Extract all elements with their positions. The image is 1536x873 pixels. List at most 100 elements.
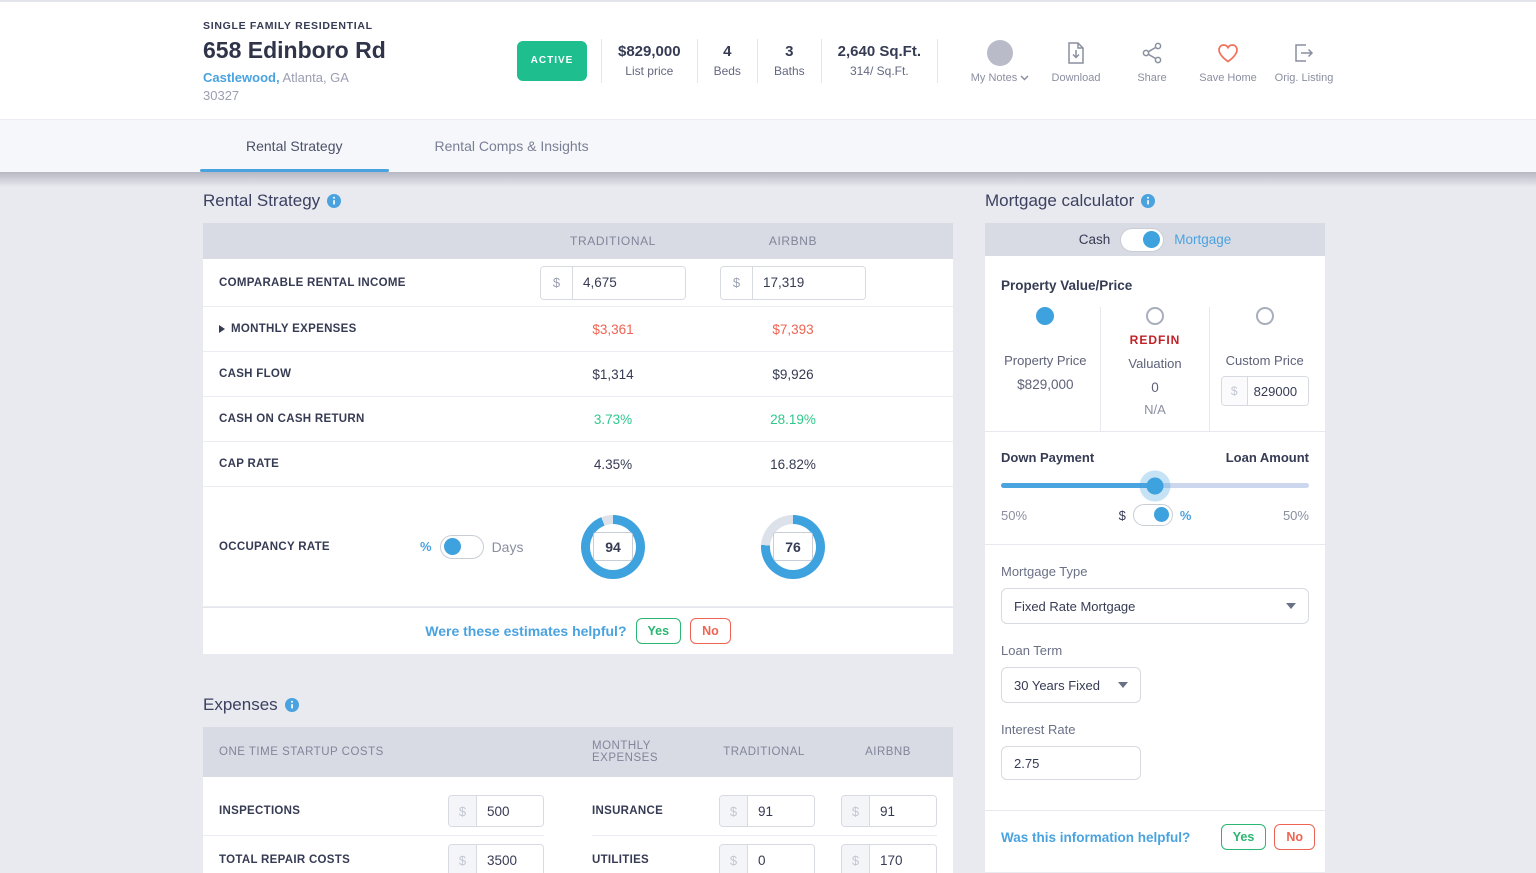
cash-mortgage-toggle[interactable]	[1120, 228, 1164, 252]
feedback-no-button[interactable]: No	[690, 618, 731, 644]
chevron-down-icon	[1020, 75, 1029, 81]
info-icon[interactable]	[1141, 194, 1155, 208]
slider-handle[interactable]	[1147, 477, 1164, 494]
airbnb-income-input[interactable]	[753, 267, 865, 299]
down-payment-slider[interactable]	[1001, 483, 1309, 488]
property-value-options: Property Price $829,000 REDFIN Valuation…	[985, 307, 1325, 431]
utilities-traditional-input[interactable]	[748, 845, 814, 873]
stat-list-price: $829,000 List price	[602, 43, 697, 78]
heart-icon	[1216, 42, 1240, 64]
orig-listing-button[interactable]: Orig. Listing	[1266, 38, 1342, 84]
custom-price-input[interactable]	[1248, 377, 1308, 405]
share-button[interactable]: Share	[1114, 38, 1190, 84]
traditional-income-input[interactable]	[573, 267, 685, 299]
custom-price-input-group: $	[1221, 376, 1309, 406]
property-header: SINGLE FAMILY RESIDENTIAL 658 Edinboro R…	[0, 0, 1536, 120]
divider	[937, 39, 938, 83]
days-unit-label[interactable]: Days	[492, 539, 524, 555]
property-stats: $829,000 List price 4 Beds 3 Baths 2,640…	[601, 39, 938, 83]
expense-row-repair-costs: TOTAL REPAIR COSTS $	[203, 836, 544, 873]
mortgage-label[interactable]: Mortgage	[1174, 232, 1231, 247]
expand-caret-icon[interactable]	[219, 325, 225, 333]
mortgage-calculator-column: Mortgage calculator Cash Mortgage Proper…	[985, 188, 1325, 873]
property-identity: SINGLE FAMILY RESIDENTIAL 658 Edinboro R…	[203, 18, 503, 103]
interest-rate-label: Interest Rate	[1001, 722, 1309, 737]
table-row-rental-income: COMPARABLE RENTAL INCOME $ $	[203, 259, 953, 307]
download-button[interactable]: Download	[1038, 38, 1114, 84]
content-area: Rental Strategy TRADITIONAL AIRBNB COMPA…	[0, 172, 1536, 873]
insurance-airbnb-input-group: $	[841, 795, 937, 827]
startup-costs-section: INSPECTIONS $ TOTAL REPAIR COSTS $	[203, 787, 544, 873]
inspections-input[interactable]	[477, 796, 543, 826]
insurance-traditional-input-group: $	[719, 795, 815, 827]
loan-term-select[interactable]: 30 Years Fixed	[1001, 667, 1141, 703]
info-icon[interactable]	[285, 698, 299, 712]
dollar-percent-toggle-group: $ %	[1119, 504, 1192, 526]
utilities-airbnb-input[interactable]	[870, 845, 936, 873]
feedback-question: Were these estimates helpful?	[425, 623, 626, 639]
down-payment-label: Down Payment	[1001, 450, 1094, 465]
traditional-occupancy-input[interactable]	[593, 532, 633, 561]
option-property-price: Property Price $829,000	[991, 307, 1100, 431]
insurance-traditional-input[interactable]	[748, 796, 814, 826]
down-payment-labels: Down Payment Loan Amount	[985, 432, 1325, 465]
monthly-expenses-section: INSURANCE $ $	[572, 787, 953, 873]
column-airbnb: AIRBNB	[839, 746, 937, 758]
toggle-knob	[444, 538, 461, 555]
property-zip: 30327	[203, 88, 503, 103]
percent-unit-label[interactable]: %	[420, 539, 432, 554]
airbnb-occupancy-input[interactable]	[773, 532, 813, 561]
mortgage-type-field: Mortgage Type Fixed Rate Mortgage	[985, 564, 1325, 624]
info-icon[interactable]	[327, 194, 341, 208]
save-home-button[interactable]: Save Home	[1190, 38, 1266, 84]
tab-rental-strategy[interactable]: Rental Strategy	[200, 120, 389, 172]
table-row-monthly-expenses[interactable]: MONTHLY EXPENSES $3,361 $7,393	[203, 307, 953, 352]
estimates-feedback: Were these estimates helpful? Yes No	[203, 607, 953, 654]
interest-rate-input[interactable]	[1001, 746, 1141, 780]
startup-costs-header: ONE TIME STARTUP COSTS	[203, 746, 544, 758]
payment-mode-toggle-group: Cash Mortgage	[985, 223, 1325, 256]
dollar-unit-label[interactable]: $	[1119, 508, 1126, 523]
currency-prefix: $	[721, 267, 753, 299]
rental-strategy-column: Rental Strategy TRADITIONAL AIRBNB COMPA…	[203, 188, 953, 873]
feedback-yes-button[interactable]: Yes	[636, 618, 682, 644]
inspections-input-group: $	[448, 795, 544, 827]
airbnb-occupancy-donut	[761, 515, 825, 579]
feedback-yes-button[interactable]: Yes	[1221, 824, 1267, 850]
currency-prefix: $	[541, 267, 573, 299]
custom-price-radio[interactable]	[1256, 307, 1274, 325]
tab-rental-comps[interactable]: Rental Comps & Insights	[389, 120, 635, 172]
property-address: 658 Edinboro Rd	[203, 37, 503, 64]
neighborhood-link[interactable]: Castlewood,	[203, 70, 280, 85]
toggle-knob	[1154, 507, 1169, 522]
occupancy-unit-toggle[interactable]	[440, 535, 484, 559]
repair-costs-input[interactable]	[477, 845, 543, 873]
rental-strategy-table: TRADITIONAL AIRBNB COMPARABLE RENTAL INC…	[203, 223, 953, 654]
redfin-valuation-radio[interactable]	[1146, 307, 1164, 325]
option-redfin-valuation: REDFIN Valuation 0 N/A	[1100, 307, 1210, 431]
header-actions: My Notes Download	[962, 38, 1342, 84]
cash-label[interactable]: Cash	[1079, 232, 1111, 247]
traditional-occupancy-donut	[581, 515, 645, 579]
mortgage-type-select[interactable]: Fixed Rate Mortgage	[1001, 588, 1309, 624]
mortgage-calculator-card: Cash Mortgage Property Value/Price Prope…	[985, 223, 1325, 872]
expense-row-utilities: UTILITIES $ $	[592, 836, 937, 873]
loan-term-field: Loan Term 30 Years Fixed	[985, 643, 1325, 703]
mortgage-type-label: Mortgage Type	[1001, 564, 1309, 579]
expenses-table-header: ONE TIME STARTUP COSTS MONTHLY EXPENSES …	[203, 727, 953, 777]
table-row-cash-flow: CASH FLOW $1,314 $9,926	[203, 352, 953, 397]
redfin-logo: REDFIN	[1130, 333, 1181, 347]
insurance-airbnb-input[interactable]	[870, 796, 936, 826]
property-type: SINGLE FAMILY RESIDENTIAL	[203, 20, 503, 32]
column-traditional: TRADITIONAL	[715, 746, 813, 758]
notes-avatar-icon	[987, 40, 1013, 66]
divider	[985, 544, 1325, 545]
traditional-income-input-group: $	[540, 266, 686, 300]
my-notes-button[interactable]: My Notes	[962, 38, 1038, 84]
utilities-airbnb-input-group: $	[841, 844, 937, 873]
feedback-no-button[interactable]: No	[1274, 824, 1315, 850]
property-price-radio[interactable]	[1036, 307, 1054, 325]
stat-sqft: 2,640 Sq.Ft. 314/ Sq.Ft.	[822, 43, 937, 78]
percent-unit-label[interactable]: %	[1180, 508, 1192, 523]
dollar-percent-toggle[interactable]	[1133, 504, 1173, 526]
